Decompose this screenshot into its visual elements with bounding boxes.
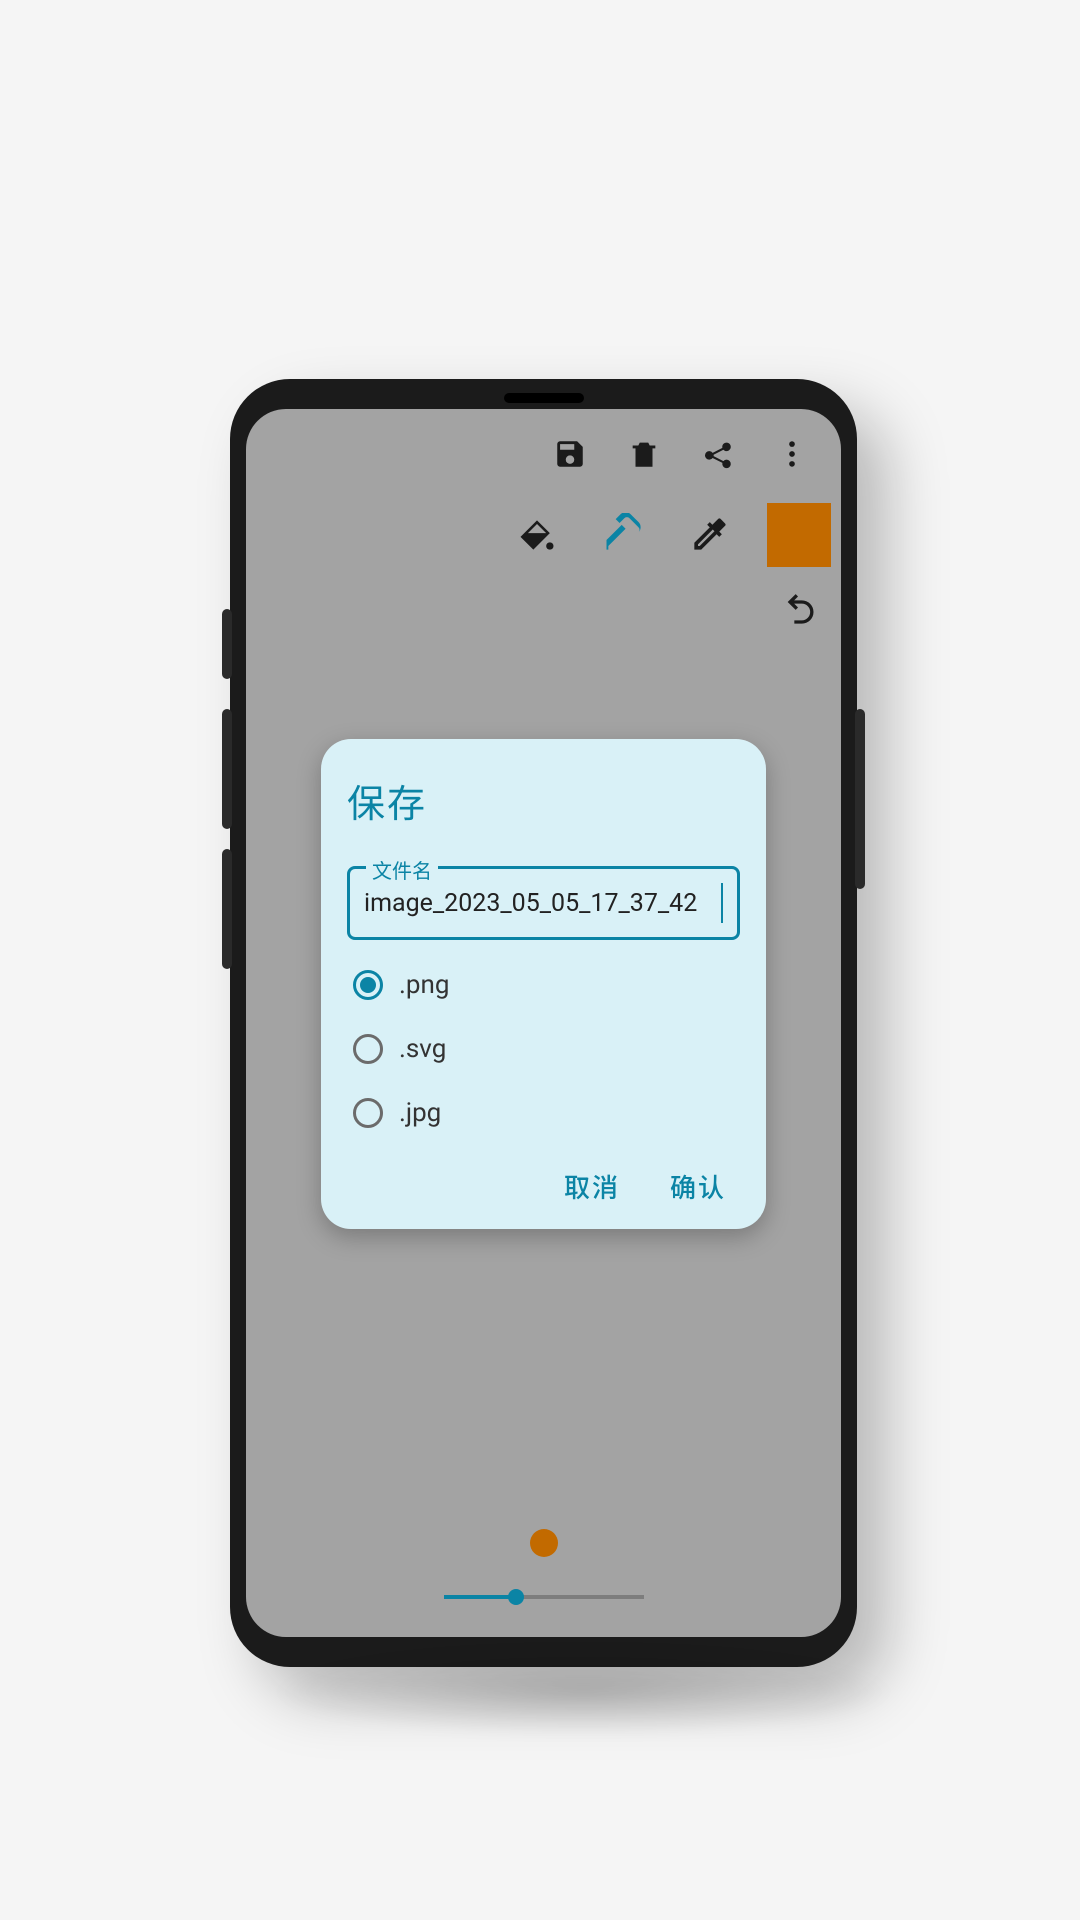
radio-jpg[interactable]: .jpg	[353, 1098, 740, 1128]
radio-button-icon	[353, 970, 383, 1000]
hw-button	[222, 609, 232, 679]
filename-input[interactable]	[364, 889, 721, 918]
radio-button-icon	[353, 1098, 383, 1128]
hw-power	[855, 709, 865, 889]
cancel-button[interactable]: 取消	[564, 1168, 620, 1205]
radio-label: .png	[399, 970, 449, 1000]
hw-volume-down	[222, 849, 232, 969]
speaker-slot	[504, 393, 584, 403]
radio-label: .jpg	[399, 1098, 441, 1128]
format-radio-group: .png .svg .jpg	[353, 970, 740, 1128]
filename-label: 文件名	[366, 855, 438, 884]
phone-frame: 保存 文件名 .png .svg .jpg	[230, 379, 857, 1667]
hw-volume-up	[222, 709, 232, 829]
dialog-actions: 取消 确认	[347, 1168, 740, 1205]
filename-field[interactable]: 文件名	[347, 866, 740, 940]
screen: 保存 文件名 .png .svg .jpg	[246, 409, 841, 1637]
radio-button-icon	[353, 1034, 383, 1064]
radio-label: .svg	[399, 1034, 446, 1064]
radio-png[interactable]: .png	[353, 970, 740, 1000]
save-dialog: 保存 文件名 .png .svg .jpg	[321, 739, 766, 1229]
text-caret	[721, 883, 723, 923]
confirm-button[interactable]: 确认	[670, 1168, 726, 1205]
radio-svg[interactable]: .svg	[353, 1034, 740, 1064]
dialog-title: 保存	[347, 773, 740, 828]
